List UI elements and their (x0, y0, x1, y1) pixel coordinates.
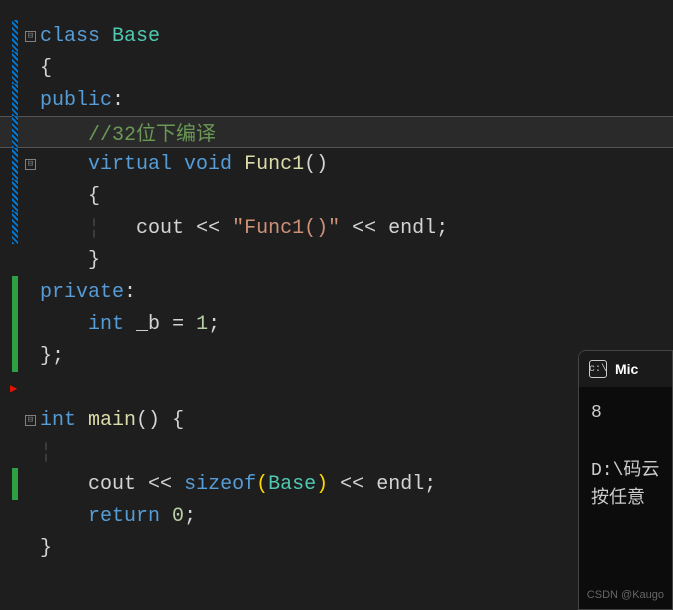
code-line[interactable]: int main() { (40, 409, 184, 432)
code-line[interactable]: } (40, 537, 52, 560)
code-line[interactable]: return 0; (40, 505, 196, 528)
watermark: CSDN @Kaugo (587, 589, 664, 601)
console-output-line: D:\码云 (591, 457, 660, 486)
code-line[interactable]: public: (40, 89, 124, 112)
code-line[interactable]: { (40, 57, 52, 80)
console-window[interactable]: c:\ Mic 8 D:\码云 按任意 CSDN @Kaugo (578, 350, 673, 610)
fold-icon[interactable]: ⊟ (25, 31, 36, 42)
code-line[interactable]: //32位下编译 (40, 117, 216, 147)
fold-icon[interactable]: ⊟ (25, 159, 36, 170)
breakpoint-icon[interactable]: ▶ (10, 381, 17, 396)
console-output-line: 按任意 (591, 485, 660, 514)
code-line[interactable]: virtual void Func1() (40, 153, 328, 176)
code-line[interactable]: }; (40, 345, 64, 368)
code-line[interactable]: ¦ cout << "Func1()" << endl; (40, 217, 448, 240)
code-line[interactable]: { (40, 185, 100, 208)
console-output: 8 D:\码云 按任意 (579, 387, 672, 526)
code-line[interactable]: } (40, 249, 100, 272)
code-line[interactable]: private: (40, 281, 136, 304)
fold-icon[interactable]: ⊟ (25, 415, 36, 426)
code-line[interactable]: ¦ (40, 441, 52, 464)
code-line[interactable]: class Base (40, 25, 160, 48)
code-line[interactable]: int _b = 1; (40, 313, 220, 336)
console-titlebar[interactable]: c:\ Mic (579, 351, 672, 387)
code-line[interactable]: cout << sizeof(Base) << endl; (40, 473, 436, 496)
code-editor[interactable]: ⊟ class Base { public: //32位下编译 ⊟ virtua… (0, 0, 673, 610)
console-title: Mic (615, 361, 638, 377)
console-output-line: 8 (591, 399, 660, 428)
terminal-icon: c:\ (589, 360, 607, 378)
